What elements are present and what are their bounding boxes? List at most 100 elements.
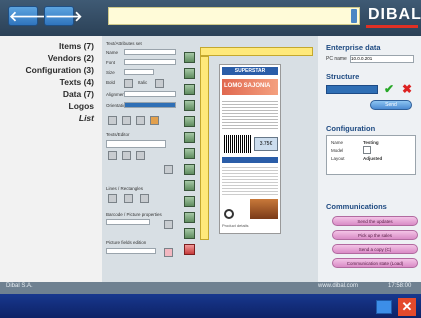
field-label-italic: Italic	[138, 80, 148, 85]
image-tool-icon[interactable]	[184, 68, 195, 79]
brand-logo: DIBAL	[368, 6, 421, 23]
config-key: Layout	[331, 156, 345, 161]
address-field[interactable]	[108, 7, 360, 25]
picture-field-select[interactable]	[106, 248, 156, 254]
date-tool-icon[interactable]	[184, 132, 195, 143]
color-icon[interactable]	[150, 116, 159, 125]
nav-item-texts[interactable]: Texts (4)	[60, 77, 94, 87]
align-right-icon[interactable]	[136, 151, 145, 160]
website-link[interactable]: www.dibal.com	[318, 283, 358, 289]
apply-icon[interactable]	[164, 165, 173, 174]
orientation-select[interactable]	[124, 102, 176, 108]
send-button[interactable]: Send	[370, 100, 412, 110]
configuration-title: Configuration	[326, 124, 376, 133]
config-value: Testing	[363, 140, 379, 145]
barcode-type-select[interactable]	[106, 219, 150, 225]
horizontal-ruler	[200, 47, 313, 56]
text-tool-icon[interactable]	[184, 52, 195, 63]
size-input[interactable]	[124, 69, 154, 75]
text-editor-input[interactable]	[106, 140, 166, 148]
box-draw-icon[interactable]	[184, 196, 195, 207]
close-icon[interactable]: ✕	[398, 298, 416, 316]
weight-tool-icon[interactable]	[184, 164, 195, 175]
pc-name-field[interactable]: 10.0.0.201	[350, 55, 414, 63]
structure-title: Structure	[326, 72, 360, 81]
label-ingredients	[222, 165, 278, 195]
communication-state-button[interactable]: Communication state (Load)	[332, 258, 418, 268]
align-center-icon[interactable]	[122, 151, 131, 160]
nav-item-items[interactable]: Items (7)	[59, 41, 94, 51]
nav-item-data[interactable]: Data (7)	[63, 89, 94, 99]
line-tool-icon[interactable]	[108, 194, 117, 203]
pick-up-sales-button[interactable]: Pick up the sales	[332, 230, 418, 240]
cancel-icon[interactable]: ✖	[402, 83, 414, 95]
config-model-checkbox[interactable]	[363, 146, 371, 154]
taskbar	[0, 294, 421, 318]
config-value: Adjusted	[363, 156, 383, 161]
label-footer-text: Product details	[222, 223, 249, 228]
nav-item-logos[interactable]: Logos	[69, 101, 95, 111]
label-product-name: LOMO SAJONIA	[224, 83, 271, 89]
enterprise-title: Enterprise data	[326, 43, 381, 52]
field-label-font: Font	[106, 60, 116, 65]
label-banner: SUPERSTAR	[222, 67, 278, 75]
paste-icon[interactable]	[184, 228, 195, 239]
label-preview[interactable]: SUPERSTAR LOMO SAJONIA 3.75€ Product det…	[219, 64, 281, 234]
send-updates-button[interactable]: Send the updates	[332, 216, 418, 226]
attributes-title: Text/Attributes set	[106, 41, 142, 46]
alignment-select[interactable]	[124, 91, 176, 97]
italic-checkbox[interactable]	[155, 79, 164, 88]
strike-icon[interactable]	[136, 116, 145, 125]
align-left-icon[interactable]	[108, 151, 117, 160]
send-copy-button[interactable]: Send a copy (C)	[332, 244, 418, 254]
nav-item-vendors[interactable]: Vendors (2)	[48, 53, 94, 63]
chart-tool-icon[interactable]	[140, 194, 149, 203]
picture-icon[interactable]	[164, 248, 173, 257]
barcode-group-label: Barcode / Picture properties	[106, 212, 162, 217]
left-navigation: Items (7) Vendors (2) Configuration (3) …	[0, 36, 102, 282]
pc-name-label: PC name	[326, 56, 347, 62]
field-tool-icon[interactable]	[184, 84, 195, 95]
scroll-handle[interactable]	[351, 9, 357, 23]
lines-group-label: Lines / Rectangles	[106, 186, 144, 191]
label-stamp	[224, 209, 234, 219]
barcode-icon[interactable]	[164, 220, 173, 229]
font-select[interactable]	[124, 59, 176, 65]
bold-icon[interactable]	[108, 116, 117, 125]
field-label-name: Name	[106, 50, 119, 55]
picture-group-label: Picture fields edition	[106, 240, 147, 245]
config-key: Model	[331, 148, 344, 153]
label-strip	[222, 157, 278, 163]
brand-underline	[366, 25, 418, 28]
bold-checkbox[interactable]	[124, 79, 133, 88]
price-tool-icon[interactable]	[184, 148, 195, 159]
copy-icon[interactable]	[184, 212, 195, 223]
underline-icon[interactable]	[122, 116, 131, 125]
nav-item-configuration[interactable]: Configuration (3)	[26, 65, 94, 75]
field-label-bold: Bold	[106, 80, 116, 85]
rect-tool-icon[interactable]	[124, 194, 133, 203]
line-draw-icon[interactable]	[184, 180, 195, 191]
structure-select[interactable]	[326, 85, 378, 94]
vertical-ruler	[200, 56, 209, 240]
logo-tool-icon[interactable]	[184, 116, 195, 127]
label-barcode	[224, 135, 252, 153]
label-description	[222, 99, 278, 129]
company-name: Dibal S.A.	[6, 283, 33, 289]
field-label-alignment: Alignment	[106, 92, 127, 97]
back-button[interactable]: 🡐	[8, 6, 47, 26]
config-key: Name	[331, 140, 344, 145]
delete-tool-icon[interactable]	[184, 244, 195, 255]
communications-title: Communications	[326, 202, 387, 211]
forward-button[interactable]: 🡒	[44, 6, 83, 26]
texts-editor-label: Texts/Editor	[106, 132, 130, 137]
barcode-tool-icon[interactable]	[184, 100, 195, 111]
accept-icon[interactable]: ✔	[384, 83, 396, 95]
label-photo	[250, 199, 278, 219]
name-input[interactable]	[124, 49, 176, 55]
label-price: 3.75€	[254, 137, 278, 151]
minimize-icon[interactable]	[376, 300, 392, 314]
field-label-size: Size	[106, 70, 115, 75]
configuration-box: Name Testing Model Layout Adjusted	[326, 135, 416, 175]
nav-item-list[interactable]: List	[79, 113, 94, 123]
